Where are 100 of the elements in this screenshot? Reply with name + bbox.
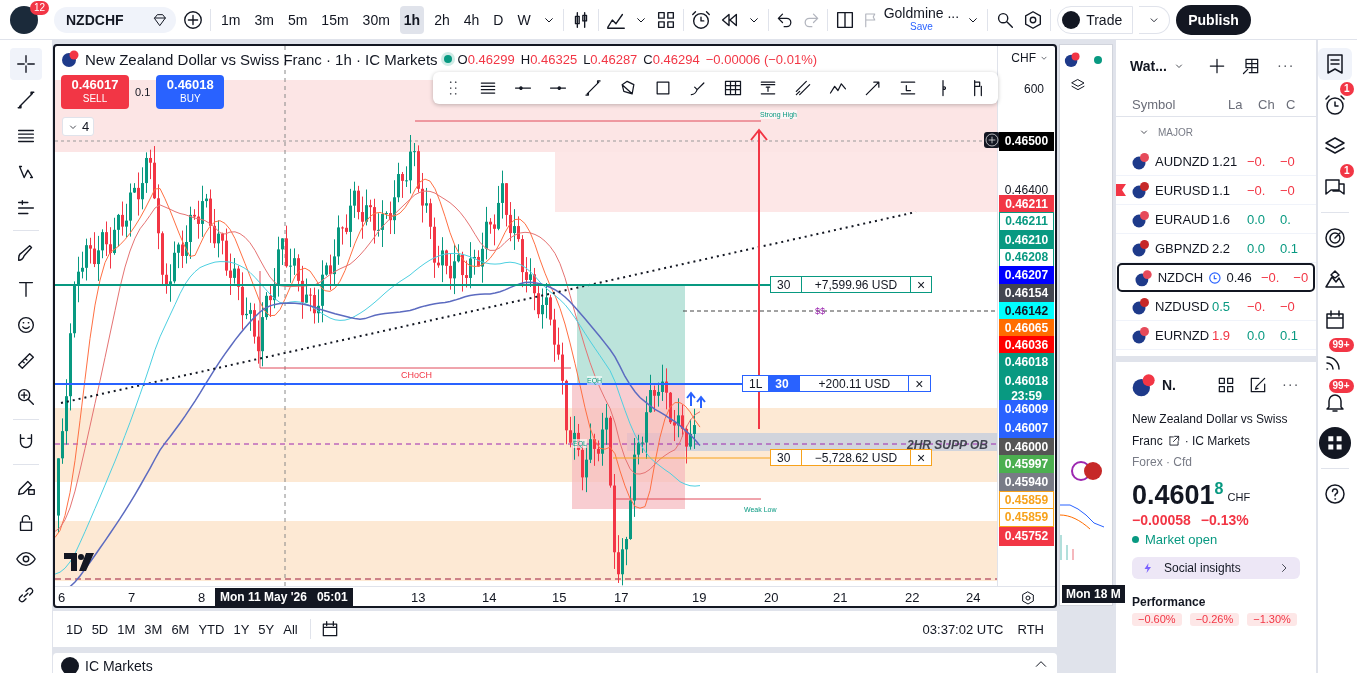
close-position-button[interactable]: × — [910, 449, 933, 466]
price-label: 0.46018 — [999, 353, 1054, 372]
close-position-button[interactable]: × — [910, 276, 933, 293]
watchlist-row[interactable]: GBPNZD 2.2 0.0 0.1 — [1116, 234, 1316, 263]
interval-button[interactable]: 15m — [317, 5, 353, 34]
notification-badge: 1 — [1339, 82, 1354, 96]
price-change: 0.0 — [1247, 211, 1267, 227]
interval-button[interactable]: W — [513, 5, 535, 34]
session-button[interactable]: RTH — [1014, 617, 1047, 641]
position-pnl: +200.11 USD — [799, 375, 910, 392]
price-change: −0. — [1247, 182, 1267, 198]
price-label: 0.46009 — [999, 400, 1054, 419]
notification-badge: 1 — [1339, 164, 1354, 178]
time-axis-label: 21 — [833, 590, 848, 605]
last-price: 2.2 — [1212, 240, 1232, 256]
percent-change: −0 — [1280, 298, 1296, 314]
last-price: 1.1 — [1212, 182, 1232, 198]
column-header[interactable]: Symbol — [1132, 96, 1228, 112]
percent-change: −0 — [1280, 182, 1296, 198]
interval-button[interactable]: D — [489, 5, 508, 34]
currency-button[interactable]: CHF — [1011, 51, 1049, 65]
interval-button[interactable]: 3m — [250, 5, 278, 34]
time-axis-label: 15 — [552, 590, 567, 605]
column-header[interactable]: Ch — [1258, 96, 1286, 112]
symbol-category: Forex · Cfd — [1132, 454, 1193, 471]
range-button[interactable]: 1Y — [230, 617, 253, 641]
layout-menu[interactable]: Goldmine ... Save — [861, 5, 960, 34]
symbol-search-button[interactable]: NZDCHF — [54, 6, 176, 33]
ohlc-value: L0.46287 — [583, 51, 638, 67]
range-button[interactable]: 1M — [114, 617, 139, 641]
last-price: 1.6 — [1212, 211, 1232, 227]
time-axis-label: 19 — [692, 590, 707, 605]
watchlist-row[interactable]: EURNZD 1.9 0.0 0.1 — [1116, 321, 1316, 350]
symbol-name: NZDCH — [1157, 270, 1205, 285]
notification-badge: 12 — [29, 0, 49, 15]
range-button[interactable]: 5D — [88, 617, 112, 641]
watchlist-row[interactable]: NZDCH 0.46 −0. −0 — [1117, 263, 1315, 292]
last-price: 1.21 — [1212, 153, 1239, 169]
interval-button[interactable]: 1h — [399, 5, 425, 34]
watchlist-row[interactable]: NZDUSD 0.5 −0. −0 — [1116, 292, 1316, 321]
social-insights-button[interactable]: Social insights — [1132, 557, 1300, 579]
range-button[interactable]: All — [280, 617, 301, 641]
interval-button[interactable]: 5m — [283, 5, 312, 34]
range-button[interactable]: 6M — [168, 617, 193, 641]
clock-time: 03:37:02 UTC — [922, 621, 1004, 637]
price-change: 0.0 — [1247, 327, 1267, 343]
watchlist-menu[interactable]: Wat... — [1130, 58, 1185, 74]
exchange-name: · IC Markets — [1184, 433, 1251, 450]
interval-button[interactable]: 2h — [430, 5, 454, 34]
watchlist-row[interactable]: EURUSD 1.1 −0. −0 — [1116, 176, 1316, 205]
percent-change: −0 — [1293, 270, 1310, 285]
symbol-description: New Zealand Dollar vs Swiss — [1132, 411, 1289, 428]
position-quantity[interactable]: 30 — [768, 375, 801, 392]
column-header[interactable]: La — [1228, 96, 1258, 112]
price-label: 0.45859 — [999, 508, 1054, 527]
column-header[interactable]: C — [1286, 96, 1296, 112]
time-axis-label: Mon 18 M — [1062, 585, 1125, 603]
price-label: 0.46211 — [999, 212, 1054, 231]
position-pnl: +7,599.96 USD — [801, 276, 911, 293]
chart-title[interactable]: New Zealand Dollar vs Swiss Franc · 1h · IC Markets — [85, 50, 438, 68]
crosshair-time-label: Mon 11 May '26 05:01 — [215, 588, 353, 606]
interval-button[interactable]: 30m — [358, 5, 394, 34]
time-axis-label: 17 — [614, 590, 629, 605]
chart-annotation: CHoCH — [401, 371, 432, 380]
buy-button[interactable]: 0.46018 BUY — [156, 75, 225, 109]
symbol-name: GBPNZD — [1155, 240, 1207, 256]
percent-change: −0.13% — [1200, 512, 1249, 528]
time-axis-label: 7 — [128, 590, 136, 605]
time-axis-label: 13 — [411, 590, 426, 605]
position-quantity[interactable]: 30 — [770, 449, 802, 466]
price-label: 0.46500 — [999, 132, 1054, 151]
notification-badge: 99+ — [1328, 379, 1354, 393]
range-button[interactable]: 3M — [141, 617, 166, 641]
time-axis-label: 22 — [905, 590, 920, 605]
section-title: Performance — [1132, 595, 1207, 609]
time-axis-label: 8 — [198, 590, 206, 605]
currency-code: CHF — [1227, 491, 1251, 503]
price-change: −0. — [1247, 298, 1267, 314]
range-button[interactable]: YTD — [195, 617, 228, 641]
watchlist-row[interactable]: EURAUD 1.6 0.0 0. — [1116, 205, 1316, 234]
interval-button[interactable]: 1m — [217, 5, 245, 34]
close-position-button[interactable]: × — [908, 375, 931, 392]
group-label: MAJOR — [1158, 126, 1193, 138]
symbol-name: NZDUSD — [1155, 298, 1207, 314]
interval-button[interactable]: 4h — [459, 5, 484, 34]
price-change: −0. — [1247, 153, 1267, 169]
indicators-toggle[interactable]: 4 — [62, 117, 95, 136]
percent-change: 0.1 — [1280, 240, 1300, 256]
price-change: −0. — [1260, 270, 1281, 285]
position-quantity[interactable]: 30 — [770, 276, 802, 293]
symbol-name: EURNZD — [1155, 327, 1207, 343]
price-change: 0.0 — [1247, 240, 1267, 256]
sell-button[interactable]: 0.46017 SELL — [61, 75, 129, 109]
publish-button[interactable]: Publish — [1176, 4, 1251, 35]
price-label: 0.45752 — [999, 527, 1054, 546]
chart-annotation: $$ — [815, 306, 825, 316]
watchlist-row[interactable]: AUDNZD 1.21 −0. −0 — [1116, 147, 1316, 176]
range-button[interactable]: 1D — [63, 617, 86, 641]
price-last-digit: 8 — [1214, 480, 1224, 497]
range-button[interactable]: 5Y — [255, 617, 278, 641]
